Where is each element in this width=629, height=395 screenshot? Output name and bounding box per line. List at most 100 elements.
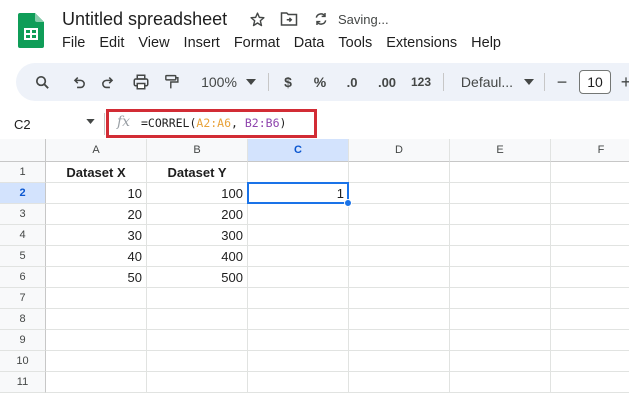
column-header-a[interactable]: A <box>46 139 147 162</box>
cell-e4[interactable] <box>450 225 551 246</box>
cell-a11[interactable] <box>46 372 147 393</box>
cell-c8[interactable] <box>248 309 349 330</box>
menu-data[interactable]: Data <box>294 35 325 51</box>
font-select[interactable]: Defaul... <box>452 63 522 101</box>
cell-a1[interactable]: Dataset X <box>46 162 147 183</box>
currency-format-button[interactable]: $ <box>278 63 298 101</box>
cell-e5[interactable] <box>450 246 551 267</box>
menu-edit[interactable]: Edit <box>99 35 124 51</box>
cell-c1[interactable] <box>248 162 349 183</box>
cell-e3[interactable] <box>450 204 551 225</box>
cell-c9[interactable] <box>248 330 349 351</box>
cell-a4[interactable]: 30 <box>46 225 147 246</box>
cell-d3[interactable] <box>349 204 450 225</box>
cell-d10[interactable] <box>349 351 450 372</box>
cell-f5[interactable] <box>551 246 629 267</box>
cell-f8[interactable] <box>551 309 629 330</box>
redo-icon[interactable] <box>96 63 120 101</box>
cell-f11[interactable] <box>551 372 629 393</box>
row-header-2[interactable]: 2 <box>0 183 46 204</box>
search-menus-icon[interactable] <box>30 63 54 101</box>
print-icon[interactable] <box>128 63 154 101</box>
cell-b10[interactable] <box>147 351 248 372</box>
decrease-decimal-button[interactable]: .0 <box>340 63 364 101</box>
cell-f9[interactable] <box>551 330 629 351</box>
cell-d5[interactable] <box>349 246 450 267</box>
cell-b5[interactable]: 400 <box>147 246 248 267</box>
cell-d7[interactable] <box>349 288 450 309</box>
row-header-6[interactable]: 6 <box>0 267 46 288</box>
cell-f6[interactable] <box>551 267 629 288</box>
cell-e10[interactable] <box>450 351 551 372</box>
row-header-10[interactable]: 10 <box>0 351 46 372</box>
move-to-folder-icon[interactable] <box>280 10 298 28</box>
row-header-7[interactable]: 7 <box>0 288 46 309</box>
menu-file[interactable]: File <box>62 35 85 51</box>
column-header-d[interactable]: D <box>349 139 450 162</box>
cell-d6[interactable] <box>349 267 450 288</box>
row-header-3[interactable]: 3 <box>0 204 46 225</box>
row-header-5[interactable]: 5 <box>0 246 46 267</box>
increase-font-size-button[interactable]: + <box>616 63 629 101</box>
zoom-select[interactable]: 100% <box>194 63 244 101</box>
menu-format[interactable]: Format <box>234 35 280 51</box>
sheets-logo-icon[interactable] <box>18 13 44 48</box>
more-formats-button[interactable]: 123 <box>408 63 434 101</box>
decrease-font-size-button[interactable]: − <box>552 63 572 101</box>
font-dropdown-icon[interactable] <box>522 63 536 101</box>
cell-c6[interactable] <box>248 267 349 288</box>
cell-e1[interactable] <box>450 162 551 183</box>
row-header-11[interactable]: 11 <box>0 372 46 393</box>
star-icon[interactable] <box>248 10 266 28</box>
menu-insert[interactable]: Insert <box>184 35 220 51</box>
cell-d4[interactable] <box>349 225 450 246</box>
paint-format-icon[interactable] <box>159 63 183 101</box>
cell-d2[interactable] <box>349 183 450 204</box>
cell-a6[interactable]: 50 <box>46 267 147 288</box>
row-header-8[interactable]: 8 <box>0 309 46 330</box>
cell-b8[interactable] <box>147 309 248 330</box>
cell-f3[interactable] <box>551 204 629 225</box>
increase-decimal-button[interactable]: .00 <box>372 63 402 101</box>
cell-a2[interactable]: 10 <box>46 183 147 204</box>
column-header-b[interactable]: B <box>147 139 248 162</box>
percent-format-button[interactable]: % <box>310 63 330 101</box>
column-header-f[interactable]: F <box>551 139 629 162</box>
zoom-dropdown-icon[interactable] <box>244 63 258 101</box>
cell-f7[interactable] <box>551 288 629 309</box>
menu-view[interactable]: View <box>138 35 169 51</box>
cell-a3[interactable]: 20 <box>46 204 147 225</box>
cell-f10[interactable] <box>551 351 629 372</box>
cell-e6[interactable] <box>450 267 551 288</box>
cell-b11[interactable] <box>147 372 248 393</box>
column-header-e[interactable]: E <box>450 139 551 162</box>
cell-c5[interactable] <box>248 246 349 267</box>
select-all-corner[interactable] <box>0 139 46 162</box>
cell-e8[interactable] <box>450 309 551 330</box>
cell-a8[interactable] <box>46 309 147 330</box>
cell-e7[interactable] <box>450 288 551 309</box>
menu-help[interactable]: Help <box>471 35 501 51</box>
cell-c10[interactable] <box>248 351 349 372</box>
cell-d11[interactable] <box>349 372 450 393</box>
cell-d8[interactable] <box>349 309 450 330</box>
cell-c11[interactable] <box>248 372 349 393</box>
cell-a9[interactable] <box>46 330 147 351</box>
name-box-dropdown-icon[interactable] <box>86 119 95 124</box>
row-header-9[interactable]: 9 <box>0 330 46 351</box>
cell-d1[interactable] <box>349 162 450 183</box>
cell-e11[interactable] <box>450 372 551 393</box>
cell-e9[interactable] <box>450 330 551 351</box>
cell-f1[interactable] <box>551 162 629 183</box>
cell-a10[interactable] <box>46 351 147 372</box>
menu-extensions[interactable]: Extensions <box>386 35 457 51</box>
cell-f4[interactable] <box>551 225 629 246</box>
undo-icon[interactable] <box>66 63 90 101</box>
document-title[interactable]: Untitled spreadsheet <box>62 9 227 30</box>
cell-b6[interactable]: 500 <box>147 267 248 288</box>
font-size-input[interactable]: 10 <box>579 70 611 94</box>
cell-b7[interactable] <box>147 288 248 309</box>
cell-c7[interactable] <box>248 288 349 309</box>
row-header-4[interactable]: 4 <box>0 225 46 246</box>
menu-tools[interactable]: Tools <box>338 35 372 51</box>
